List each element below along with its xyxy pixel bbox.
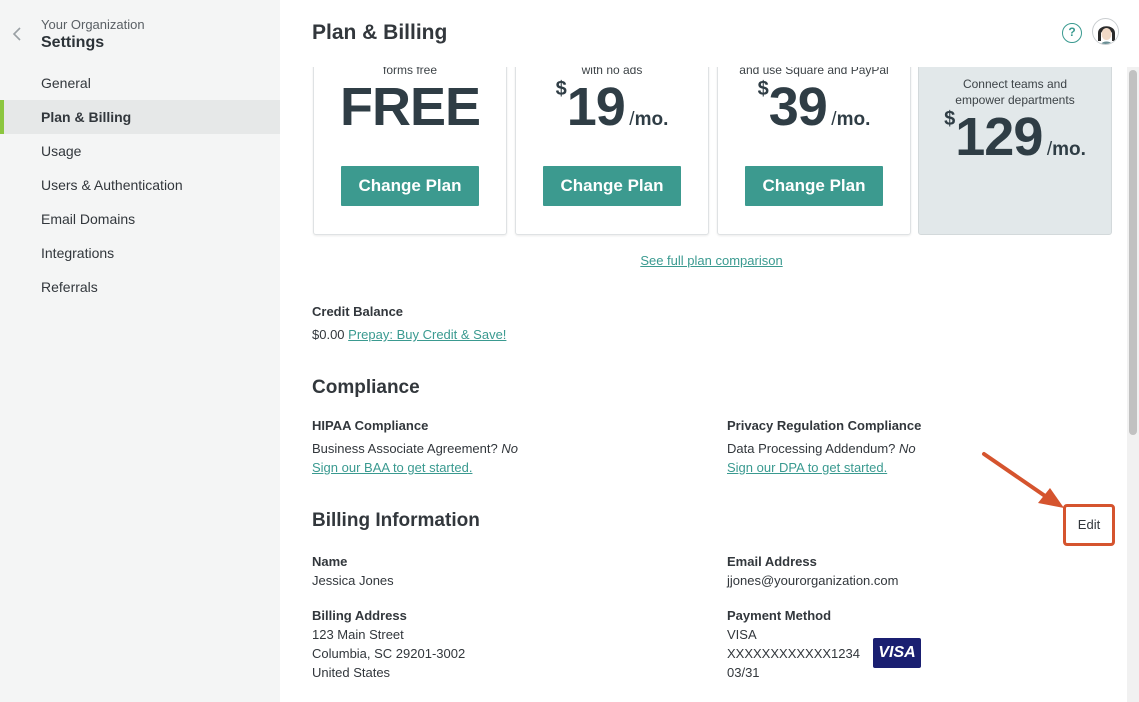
sidebar-item-plan-billing[interactable]: Plan & Billing <box>0 100 280 134</box>
dpa-status: Data Processing Addendum? No <box>727 441 916 456</box>
billing-information-title: Billing Information <box>312 510 480 531</box>
sidebar: Your Organization Settings General Plan … <box>0 0 280 702</box>
settings-title: Settings <box>41 34 105 51</box>
card-number: XXXXXXXXXXXX1234 <box>727 646 860 661</box>
back-chevron-icon[interactable] <box>12 26 26 42</box>
sidebar-item-email-domains[interactable]: Email Domains <box>0 202 280 236</box>
card-expiry: 03/31 <box>727 665 760 680</box>
sidebar-nav: General Plan & Billing Usage Users & Aut… <box>0 66 280 304</box>
name-label: Name <box>312 554 348 569</box>
scrollbar-thumb[interactable] <box>1129 70 1137 435</box>
plan-desc-line1: Connect teams and <box>962 77 1068 91</box>
payment-method-label: Payment Method <box>727 608 832 623</box>
email-label: Email Address <box>727 554 817 569</box>
main-content: forms free FREE Change Plan with no ads … <box>280 67 1126 702</box>
buy-credit-link[interactable]: Prepay: Buy Credit & Save! <box>348 327 506 342</box>
sign-baa-link[interactable]: Sign our BAA to get started. <box>312 460 472 475</box>
compliance-title: Compliance <box>312 377 420 398</box>
address-line2: Columbia, SC 29201-3002 <box>312 646 466 661</box>
billing-name: Jessica Jones <box>312 573 394 588</box>
sidebar-item-integrations[interactable]: Integrations <box>0 236 280 270</box>
card-type: VISA <box>727 627 757 642</box>
page-title: Plan & Billing <box>312 21 448 44</box>
credit-amount: $0.00 <box>312 327 345 342</box>
baa-status: Business Associate Agreement? No <box>312 441 518 456</box>
annotation-arrow-icon <box>982 452 1064 508</box>
org-name: Your Organization <box>41 17 145 32</box>
sidebar-item-users-authentication[interactable]: Users & Authentication <box>0 168 280 202</box>
page-header: Plan & Billing ? <box>280 0 1139 67</box>
see-plan-comparison-link[interactable]: See full plan comparison <box>640 253 782 268</box>
plan-card-free: forms free FREE Change Plan <box>313 67 507 235</box>
plan-price: $39 /mo. <box>757 77 871 137</box>
sidebar-item-usage[interactable]: Usage <box>0 134 280 168</box>
billing-address-label: Billing Address <box>312 608 407 623</box>
sign-dpa-link[interactable]: Sign our DPA to get started. <box>727 460 887 475</box>
credit-balance-row: $0.00 Prepay: Buy Credit & Save! <box>312 327 506 342</box>
address-line1: 123 Main Street <box>312 627 404 642</box>
address-line3: United States <box>312 665 391 680</box>
plan-card-129: Connect teams and empower departments $1… <box>918 67 1112 235</box>
avatar[interactable] <box>1092 18 1119 45</box>
edit-billing-button[interactable]: Edit <box>1069 510 1109 540</box>
change-plan-button[interactable]: Change Plan <box>341 166 479 206</box>
plan-comparison-link-wrap: See full plan comparison <box>280 253 1126 268</box>
change-plan-button[interactable]: Change Plan <box>745 166 883 206</box>
help-icon[interactable]: ? <box>1062 23 1082 43</box>
change-plan-button[interactable]: Change Plan <box>543 166 681 206</box>
visa-card-icon: VISA <box>873 638 921 668</box>
plan-price: $129 /mo. <box>944 107 1086 167</box>
privacy-title: Privacy Regulation Compliance <box>727 418 922 433</box>
hipaa-title: HIPAA Compliance <box>312 418 429 433</box>
plan-card-39: and use Square and PayPal $39 /mo. Chang… <box>717 67 911 235</box>
sidebar-item-referrals[interactable]: Referrals <box>0 270 280 304</box>
plan-card-19: with no ads $19 /mo. Change Plan <box>515 67 709 235</box>
plan-price: FREE <box>339 77 481 137</box>
credit-balance-title: Credit Balance <box>312 304 404 319</box>
sidebar-item-general[interactable]: General <box>0 66 280 100</box>
billing-email: jjones@yourorganization.com <box>727 573 899 588</box>
plan-price: $19 /mo. <box>555 77 669 137</box>
